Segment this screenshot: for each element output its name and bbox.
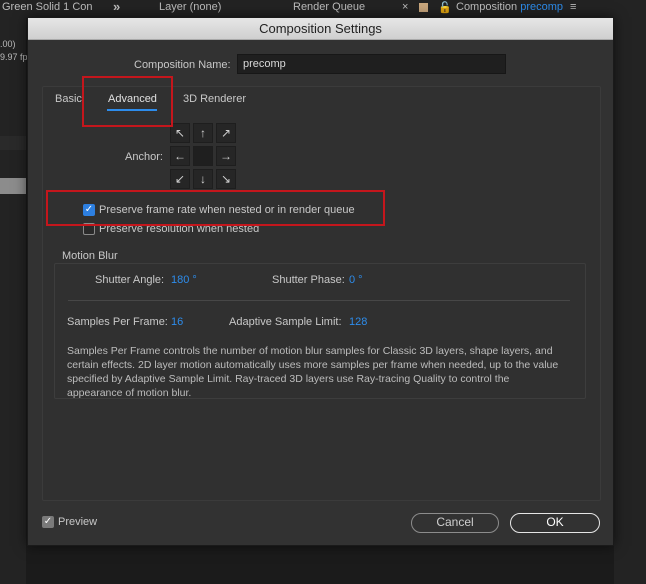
shutter-phase-label: Shutter Phase: <box>272 274 345 286</box>
anchor-right-icon[interactable]: → <box>216 146 236 166</box>
anchor-top-left-icon[interactable]: ↖ <box>170 123 190 143</box>
app-top-bar: Green Solid 1 Con » Layer (none) Render … <box>0 0 646 18</box>
samples-per-frame-value[interactable]: 16 <box>171 316 183 328</box>
preview-checkbox[interactable]: ✓ <box>42 516 54 528</box>
anchor-left-icon[interactable]: ← <box>170 146 190 166</box>
motion-blur-title: Motion Blur <box>60 250 120 262</box>
motion-blur-description: Samples Per Frame controls the number of… <box>67 345 559 399</box>
tab-composition[interactable]: Composition precomp <box>456 1 563 13</box>
anchor-bottom-right-icon[interactable]: ↘ <box>216 169 236 189</box>
shutter-angle-label: Shutter Angle: <box>95 274 165 286</box>
lock-icon[interactable]: 🔓 <box>438 1 452 14</box>
hamburger-menu-icon[interactable]: ≡ <box>570 1 576 13</box>
samples-per-frame-label: Samples Per Frame: <box>67 316 168 328</box>
panel-menu-icon[interactable]: » <box>113 0 120 14</box>
tab-green-solid[interactable]: Green Solid 1 Con <box>2 1 93 13</box>
left-panel-value: .00) <box>0 39 16 49</box>
anchor-label: Anchor: <box>125 151 163 163</box>
composition-name-input[interactable] <box>237 54 506 74</box>
left-panel-fps: 9.97 fp <box>0 52 28 62</box>
right-panel <box>614 18 646 584</box>
close-tab-icon[interactable]: × <box>402 1 408 13</box>
anchor-top-right-icon[interactable]: ↗ <box>216 123 236 143</box>
tab-basic[interactable]: Basic <box>55 93 82 105</box>
dialog-title: Composition Settings <box>28 18 613 40</box>
left-panel-selected-row <box>0 178 26 194</box>
preserve-frame-rate-label: Preserve frame rate when nested or in re… <box>99 204 355 216</box>
left-panel-row <box>0 136 26 150</box>
anchor-bottom-icon[interactable]: ↓ <box>193 169 213 189</box>
anchor-center[interactable] <box>193 146 213 166</box>
adaptive-sample-limit-label: Adaptive Sample Limit: <box>229 316 342 328</box>
composition-name-label: Composition Name: <box>134 59 231 71</box>
tab-3d-renderer[interactable]: 3D Renderer <box>183 93 246 105</box>
adaptive-sample-limit-value[interactable]: 128 <box>349 316 367 328</box>
composition-settings-dialog: Composition Settings Composition Name: B… <box>27 17 614 546</box>
left-panel: .00) 9.97 fp <box>0 18 28 584</box>
anchor-top-icon[interactable]: ↑ <box>193 123 213 143</box>
tab-composition-label: Composition <box>456 1 518 13</box>
active-tab-indicator <box>107 109 157 111</box>
motion-blur-divider <box>68 300 570 301</box>
preserve-resolution-checkbox[interactable] <box>83 223 95 235</box>
preserve-frame-rate-checkbox[interactable]: ✓ <box>83 204 95 216</box>
shutter-phase-value[interactable]: 0 ° <box>349 274 363 286</box>
preview-label: Preview <box>58 516 98 528</box>
cancel-button[interactable]: Cancel <box>411 513 499 533</box>
ok-button[interactable]: OK <box>510 513 600 533</box>
anchor-bottom-left-icon[interactable]: ↙ <box>170 169 190 189</box>
shutter-angle-value[interactable]: 180 ° <box>171 274 197 286</box>
preserve-resolution-label: Preserve resolution when nested <box>99 223 260 235</box>
composition-color-swatch <box>419 3 428 12</box>
tab-layer[interactable]: Layer (none) <box>159 1 221 13</box>
tab-composition-name: precomp <box>520 1 563 13</box>
tab-render-queue[interactable]: Render Queue <box>293 1 365 13</box>
tab-advanced[interactable]: Advanced <box>108 93 157 105</box>
